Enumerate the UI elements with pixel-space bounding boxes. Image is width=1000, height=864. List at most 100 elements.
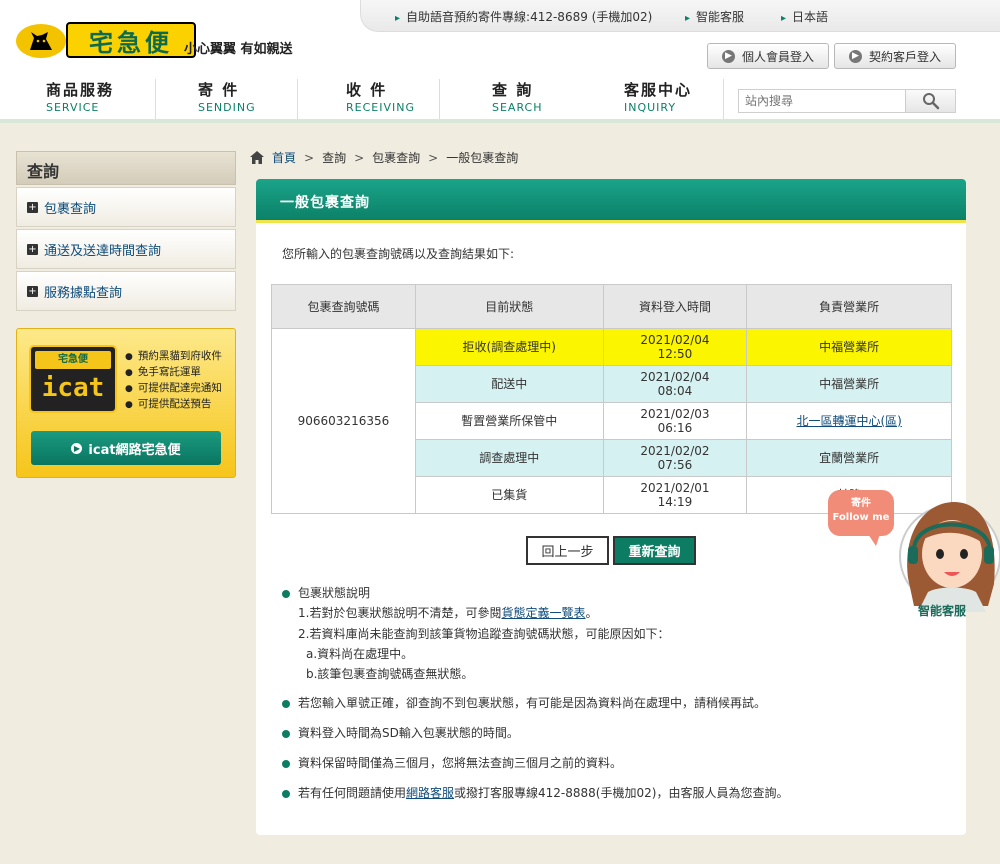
bubble-text: Follow me xyxy=(832,512,890,523)
column-header: 包裹查詢號碼 xyxy=(271,284,416,329)
time: 08:04 xyxy=(657,384,693,398)
note-text: 1.若對於包裹狀態說明不清楚，可參閱 xyxy=(298,606,502,620)
breadcrumb-separator: > xyxy=(354,150,365,165)
japanese-link[interactable]: 日本語 xyxy=(781,8,828,25)
table-row: 906603216356 拒收(調查處理中) 2021/02/04 12:50 中… xyxy=(271,328,952,514)
smart-service-widget[interactable]: 寄件 Follow me 智能客服 xyxy=(828,488,1000,620)
office-cell: 中福營業所 xyxy=(746,328,952,366)
status-cell: 已集貨 xyxy=(414,476,604,514)
column-header: 目前狀態 xyxy=(414,284,604,329)
main-nav: 商品服務 SERVICE 寄 件 SENDING 收 件 RECEIVING 查… xyxy=(14,79,584,119)
home-icon xyxy=(250,151,264,164)
icat-button-label: icat網路宅急便 xyxy=(88,442,181,458)
site-header: 自助語音預約寄件專線:412-8689 (手機加02) 智能客服 日本語 宅急便… xyxy=(0,0,1000,123)
icat-promo: 宅急便 icat 預約黑貓到府收件 免手寫託運單 可提供配達完通知 可提供配送預… xyxy=(16,328,236,478)
time: 07:56 xyxy=(657,458,693,472)
breadcrumb: 首頁 > 查詢 > 包裹查詢 > 一般包裹查詢 xyxy=(250,149,518,166)
assistant-avatar-icon xyxy=(899,502,1000,612)
icat-feature: 預約黑貓到府收件 xyxy=(125,349,222,365)
nav-item-inquiry[interactable]: 客服中心 INQUIRY xyxy=(594,79,724,119)
nav-sublabel: RECEIVING xyxy=(346,101,415,114)
nav-label: 商品服務 xyxy=(46,81,115,99)
nav-sublabel: SERVICE xyxy=(46,101,100,114)
table-header-row: 包裹查詢號碼 目前狀態 資料登入時間 負責營業所 xyxy=(271,284,952,329)
nav-item-sending[interactable]: 寄 件 SENDING xyxy=(156,79,298,119)
icat-feature: 可提供配送預告 xyxy=(125,397,222,413)
note-text: 資料登入時間為SD輸入包裹狀態的時間。 xyxy=(298,726,519,740)
date: 2021/02/03 xyxy=(640,407,710,421)
sidebar-item-service-locations[interactable]: + 服務據點查詢 xyxy=(16,271,236,311)
requery-button[interactable]: 重新查詢 xyxy=(613,536,696,565)
note-line: 2.若資料庫尚未能查詢到該筆貨物追蹤查詢號碼狀態，可能原因如下： xyxy=(298,627,670,641)
note-title: 包裹狀態說明 xyxy=(298,586,371,600)
icat-feature: 免手寫託運單 xyxy=(125,365,222,381)
smart-service-label: 智能客服 xyxy=(918,604,967,618)
slogan: 小心翼翼 有如親送 xyxy=(184,42,293,57)
contract-login-button[interactable]: ▶ 契約客戶登入 xyxy=(834,43,956,69)
status-cell: 配送中 xyxy=(414,365,604,403)
follow-me-bubble[interactable]: 寄件 Follow me xyxy=(828,490,894,546)
nav-label: 查 詢 xyxy=(492,81,534,99)
date: 2021/02/01 xyxy=(640,481,710,495)
date: 2021/02/02 xyxy=(640,444,710,458)
nav-sublabel: INQUIRY xyxy=(624,101,677,114)
bullet-icon xyxy=(282,759,290,768)
site-search xyxy=(738,89,956,113)
nav-label: 寄 件 xyxy=(198,81,240,99)
datetime-cell: 2021/02/02 07:56 xyxy=(602,439,748,477)
office-link[interactable]: 北一區轉運中心(區) xyxy=(746,402,952,440)
breadcrumb-separator: > xyxy=(428,150,439,165)
bullet-icon xyxy=(282,789,290,798)
breadcrumb-current: 一般包裹查詢 xyxy=(446,151,519,165)
online-service-link[interactable]: 網路客服 xyxy=(406,786,454,800)
breadcrumb-separator: > xyxy=(304,150,315,165)
column-header: 負責營業所 xyxy=(746,284,952,329)
datetime-cell: 2021/02/03 06:16 xyxy=(602,402,748,440)
breadcrumb-query-link[interactable]: 查詢 xyxy=(322,149,346,166)
sidebar-item-package-query[interactable]: + 包裹查詢 xyxy=(16,187,236,227)
nav-item-service[interactable]: 商品服務 SERVICE xyxy=(14,79,156,119)
nav-item-search[interactable]: 查 詢 SEARCH xyxy=(440,79,582,119)
time: 12:50 xyxy=(657,347,693,361)
sidebar-item-delivery-time[interactable]: + 通送及送達時間查詢 xyxy=(16,229,236,269)
note-line: a.資料尚在處理中。 xyxy=(306,647,414,661)
search-icon xyxy=(922,93,939,110)
datetime-cell: 2021/02/04 08:04 xyxy=(602,365,748,403)
status-cell: 調查處理中 xyxy=(414,439,604,477)
site-search-input[interactable] xyxy=(739,90,905,112)
datetime-cell: 2021/02/04 12:50 xyxy=(602,328,748,366)
arrow-right-icon: ▶ xyxy=(848,49,862,63)
logo-wordmark: 宅急便 xyxy=(66,22,196,58)
note-item: 若有任何問題請使用網路客服或撥打客服專線412-8888(手機加02)，由客服人… xyxy=(282,784,788,801)
note-text: 若您輸入單號正確，卻查詢不到包裹狀態，有可能是因為資料尚在處理中，請稍候再試。 xyxy=(298,696,767,710)
sidebar-item-label: 包裹查詢 xyxy=(44,201,97,217)
status-definition-link[interactable]: 貨態定義一覽表 xyxy=(501,606,585,620)
icat-logo: 宅急便 icat xyxy=(29,345,117,413)
tracking-result-table: 包裹查詢號碼 目前狀態 資料登入時間 負責營業所 906603216356 拒收… xyxy=(271,284,952,514)
search-button[interactable] xyxy=(905,90,955,112)
icat-feature: 可提供配達完通知 xyxy=(125,381,222,397)
sidebar-item-label: 通送及送達時間查詢 xyxy=(44,243,162,259)
note-item: 資料登入時間為SD輸入包裹狀態的時間。 xyxy=(282,724,519,741)
icat-badge: 宅急便 xyxy=(35,351,111,369)
icat-feature-list: 預約黑貓到府收件 免手寫託運單 可提供配達完通知 可提供配送預告 xyxy=(125,349,222,413)
note-text: 或撥打客服專線412-8888(手機加02)，由客服人員為您查詢。 xyxy=(454,786,789,800)
column-header: 資料登入時間 xyxy=(602,284,748,329)
arrow-right-icon: ▶ xyxy=(71,442,83,454)
back-button[interactable]: 回上一步 xyxy=(526,536,609,565)
breadcrumb-package-link[interactable]: 包裹查詢 xyxy=(372,149,420,166)
top-utility-bar: 自助語音預約寄件專線:412-8689 (手機加02) 智能客服 日本語 xyxy=(360,0,1000,32)
nav-item-receiving[interactable]: 收 件 RECEIVING xyxy=(298,79,440,119)
member-login-button[interactable]: ▶ 個人會員登入 xyxy=(707,43,829,69)
arrow-right-icon: ▶ xyxy=(721,49,735,63)
breadcrumb-home-link[interactable]: 首頁 xyxy=(272,149,296,166)
status-cell: 拒收(調查處理中) xyxy=(414,328,604,366)
member-login-label: 個人會員登入 xyxy=(741,49,814,64)
voice-hotline-link[interactable]: 自助語音預約寄件專線:412-8689 (手機加02) xyxy=(395,8,652,25)
nav-sublabel: SEARCH xyxy=(492,101,543,114)
icat-online-button[interactable]: ▶ icat網路宅急便 xyxy=(31,431,221,465)
page-title: 一般包裹查詢 xyxy=(256,179,966,223)
bubble-text: 寄件 xyxy=(851,498,871,509)
smart-service-link[interactable]: 智能客服 xyxy=(685,8,744,25)
bullet-icon xyxy=(282,729,290,738)
